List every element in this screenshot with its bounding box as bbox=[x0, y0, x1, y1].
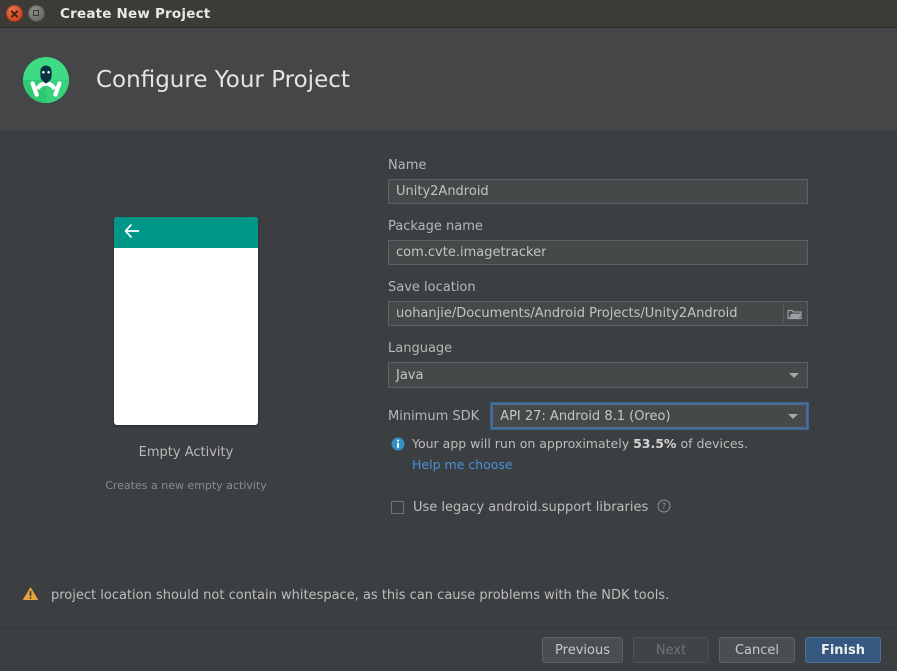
legacy-libraries-label: Use legacy android.support libraries bbox=[413, 500, 649, 515]
minimum-sdk-select[interactable]: API 27: Android 8.1 (Oreo) bbox=[491, 403, 808, 429]
window-title: Create New Project bbox=[60, 5, 211, 22]
name-label: Name bbox=[388, 158, 427, 173]
name-field-group: Name Unity2Android bbox=[388, 158, 808, 204]
package-name-field-group: Package name com.cvte.imagetracker bbox=[388, 219, 808, 265]
save-location-field-group: Save location uohanjie/Documents/Android… bbox=[388, 280, 808, 326]
preview-appbar bbox=[114, 217, 258, 248]
minimum-sdk-field-group: Minimum SDK API 27: Android 8.1 (Oreo) bbox=[388, 403, 808, 429]
help-me-choose-link[interactable]: Help me choose bbox=[412, 457, 513, 472]
window-titlebar: Create New Project bbox=[0, 0, 897, 28]
warning-triangle-icon bbox=[22, 586, 39, 605]
package-name-label: Package name bbox=[388, 219, 483, 234]
device-coverage-percent: 53.5% bbox=[633, 436, 677, 451]
legacy-libraries-row[interactable]: Use legacy android.support libraries ? bbox=[391, 498, 808, 517]
cancel-button[interactable]: Cancel bbox=[719, 637, 795, 663]
maximize-icon[interactable] bbox=[28, 5, 45, 22]
template-preview-card bbox=[114, 217, 258, 425]
device-coverage-text: Your app will run on approximately 53.5%… bbox=[412, 436, 748, 451]
minimum-sdk-label: Minimum SDK bbox=[388, 408, 480, 424]
dialog-footer: Previous Next Cancel Finish bbox=[0, 628, 897, 671]
minimum-sdk-select-value: API 27: Android 8.1 (Oreo) bbox=[500, 408, 671, 424]
android-studio-logo-icon bbox=[22, 56, 70, 104]
next-button: Next bbox=[633, 637, 709, 663]
language-field-group: Language Java bbox=[388, 341, 808, 388]
template-description: Creates a new empty activity bbox=[105, 479, 267, 492]
template-name: Empty Activity bbox=[138, 445, 234, 460]
package-name-input-value: com.cvte.imagetracker bbox=[396, 245, 547, 260]
legacy-libraries-checkbox[interactable] bbox=[391, 501, 404, 514]
language-select-value: Java bbox=[396, 367, 424, 383]
device-coverage-info: Your app will run on approximately 53.5%… bbox=[391, 436, 808, 454]
help-circle-icon[interactable]: ? bbox=[657, 498, 671, 517]
device-coverage-text-before: Your app will run on approximately bbox=[412, 436, 630, 451]
folder-icon[interactable] bbox=[783, 304, 805, 323]
dialog-header: Configure Your Project bbox=[0, 28, 897, 131]
finish-button[interactable]: Finish bbox=[805, 637, 881, 663]
save-location-label: Save location bbox=[388, 280, 476, 295]
validation-warning: project location should not contain whit… bbox=[22, 586, 669, 605]
save-location-input-value: uohanjie/Documents/Android Projects/Unit… bbox=[396, 306, 738, 321]
device-coverage-text-after: of devices. bbox=[680, 436, 749, 451]
chevron-down-icon bbox=[789, 372, 799, 378]
name-input[interactable]: Unity2Android bbox=[388, 179, 808, 204]
save-location-input[interactable]: uohanjie/Documents/Android Projects/Unit… bbox=[388, 301, 808, 326]
package-name-input[interactable]: com.cvte.imagetracker bbox=[388, 240, 808, 265]
previous-button[interactable]: Previous bbox=[542, 637, 623, 663]
dialog-body: Empty Activity Creates a new empty activ… bbox=[0, 131, 897, 628]
chevron-down-icon bbox=[788, 413, 798, 419]
back-arrow-icon bbox=[124, 223, 140, 242]
language-select[interactable]: Java bbox=[388, 362, 808, 388]
info-icon bbox=[391, 437, 405, 454]
validation-warning-text: project location should not contain whit… bbox=[51, 588, 670, 603]
page-title: Configure Your Project bbox=[96, 66, 350, 93]
svg-text:?: ? bbox=[662, 502, 667, 512]
language-label: Language bbox=[388, 341, 453, 356]
close-icon[interactable] bbox=[6, 5, 23, 22]
template-preview-panel: Empty Activity Creates a new empty activ… bbox=[0, 131, 372, 492]
name-input-value: Unity2Android bbox=[396, 184, 489, 199]
project-config-form: Name Unity2Android Package name com.cvte… bbox=[388, 131, 808, 517]
